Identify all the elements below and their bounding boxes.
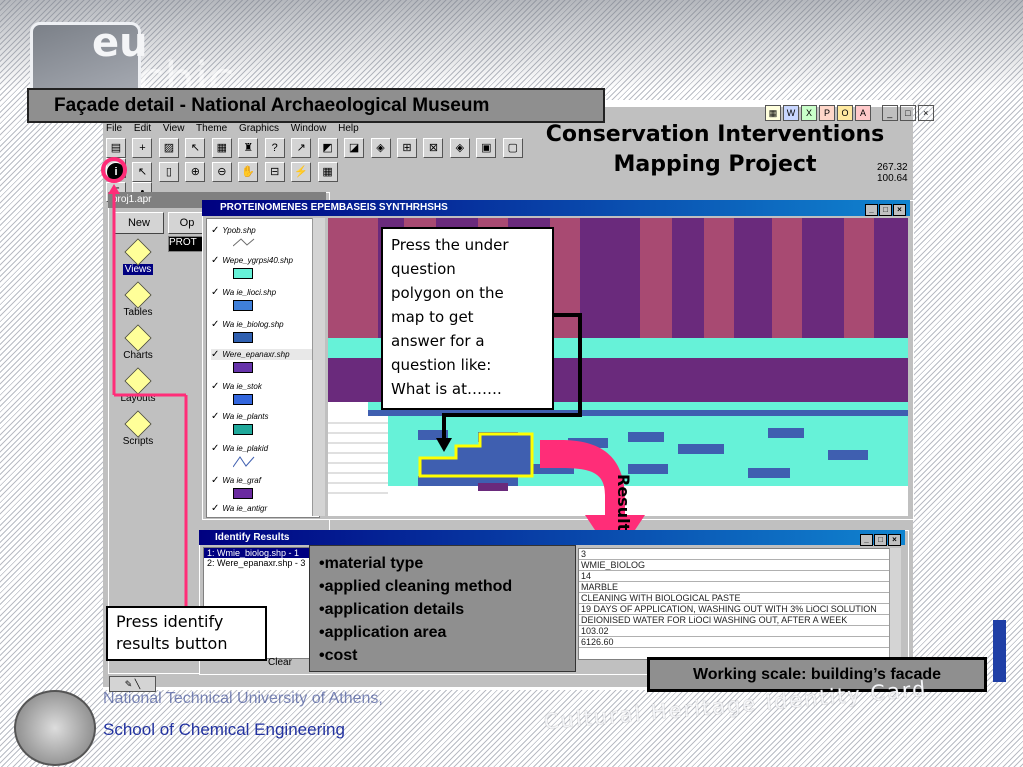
attribute-value: CLEANING WITH BIOLOGICAL PASTE — [579, 593, 891, 604]
callout-arrow — [442, 313, 582, 440]
university-seal — [14, 690, 96, 766]
info-line: •application area — [319, 624, 447, 641]
attribute-value: 103.02 — [579, 626, 891, 637]
attribute-value: 19 DAYS OF APPLICATION, WASHING OUT WITH… — [579, 604, 891, 615]
press-identify-note: Press identify results button — [106, 606, 267, 661]
info-line: •material type — [319, 555, 424, 572]
attribute-info-box: •material type •applied cleaning method … — [309, 545, 576, 672]
identify-title-text: Identify Results — [215, 532, 290, 543]
attribute-value: 6126.60 — [579, 637, 891, 648]
identify-list-item[interactable]: 2: Were_epanaxr.shp - 3 — [204, 558, 312, 568]
press-line: Press identify — [116, 612, 224, 631]
attribute-value: MARBLE — [579, 582, 891, 593]
attribute-value: 3 — [579, 549, 891, 560]
attribute-value: WMIE_BIOLOG — [579, 560, 891, 571]
identify-scrollbar[interactable] — [889, 548, 901, 658]
identify-close-icon[interactable]: × — [888, 534, 901, 546]
university-name: National Technical University of Athens, — [103, 690, 383, 707]
callout-arrowhead — [436, 438, 452, 452]
info-line: •application details — [319, 601, 465, 618]
info-line: •applied cleaning method — [319, 578, 513, 595]
school-name: School of Chemical Engineering — [103, 720, 345, 739]
identify-minimize-icon[interactable]: _ — [860, 534, 873, 546]
decorative-strip — [993, 620, 1006, 682]
identify-attribute-table: 3 WMIE_BIOLOG 14 MARBLE CLEANING WITH BI… — [578, 548, 892, 660]
attribute-value: DEIONISED WATER FOR LiOCl WASHING OUT, A… — [579, 615, 891, 626]
press-line: results button — [116, 634, 228, 653]
attribute-value: 14 — [579, 571, 891, 582]
info-line: •cost — [319, 647, 358, 664]
identify-list-item[interactable]: 1: Wmie_biolog.shp - 1 — [204, 548, 312, 558]
identify-title-bar: Identify Results _ □ × — [199, 530, 905, 546]
identify-maximize-icon[interactable]: □ — [874, 534, 887, 546]
identify-pointer-arrowhead — [108, 184, 120, 194]
